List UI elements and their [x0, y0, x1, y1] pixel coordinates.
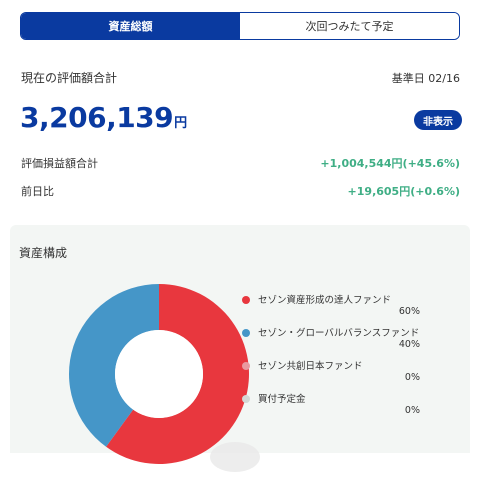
- legend-item: セゾン・グローバルバランスファンド 40%: [242, 325, 420, 358]
- legend-percent: 40%: [398, 339, 420, 350]
- tab-bar: 資産総額 次回つみたて予定: [20, 12, 460, 40]
- legend-dot-icon: [242, 395, 250, 403]
- legend-item: セゾン共創日本ファンド 0%: [242, 358, 420, 391]
- tab-total-assets[interactable]: 資産総額: [21, 13, 240, 39]
- legend-percent: 0%: [404, 372, 420, 383]
- legend-name: 買付予定金: [258, 394, 306, 405]
- day-change-label: 前日比: [21, 185, 54, 198]
- total-amount: 3,206,139 円: [20, 101, 187, 134]
- donut-hole: [115, 330, 203, 418]
- legend-name: セゾン資産形成の達人ファンド: [258, 295, 392, 306]
- legend-item: 買付予定金 0%: [242, 391, 420, 424]
- legend-percent: 60%: [398, 306, 420, 317]
- legend-item: セゾン資産形成の達人ファンド 60%: [242, 292, 420, 325]
- total-amount-value: 3,206,139: [20, 101, 174, 134]
- legend-name: セゾン・グローバルバランスファンド: [258, 328, 420, 339]
- allocation-legend: セゾン資産形成の達人ファンド 60% セゾン・グローバルバランスファンド 40%…: [242, 292, 420, 424]
- scroll-hint-shape: [210, 442, 260, 472]
- total-amount-unit: 円: [174, 116, 188, 131]
- legend-dot-icon: [242, 362, 250, 370]
- legend-dot-icon: [242, 296, 250, 304]
- total-valuation-label: 現在の評価額合計: [21, 71, 118, 85]
- legend-name: セゾン共創日本ファンド: [258, 361, 363, 372]
- legend-percent: 0%: [404, 405, 420, 416]
- allocation-title: 資産構成: [19, 246, 68, 260]
- profit-loss-label: 評価損益額合計: [21, 157, 98, 170]
- tab-next-installment[interactable]: 次回つみたて予定: [240, 13, 459, 39]
- base-date: 基準日 02/16: [391, 72, 460, 85]
- day-change-value: +19,605円(+0.6%): [347, 185, 460, 198]
- profit-loss-value: +1,004,544円(+45.6%): [320, 157, 460, 170]
- legend-dot-icon: [242, 329, 250, 337]
- hide-button[interactable]: 非表示: [414, 110, 462, 130]
- asset-allocation-panel: 資産構成 セゾン資産形成の達人ファンド 60% セゾン・グローバルバランスファン…: [10, 225, 470, 464]
